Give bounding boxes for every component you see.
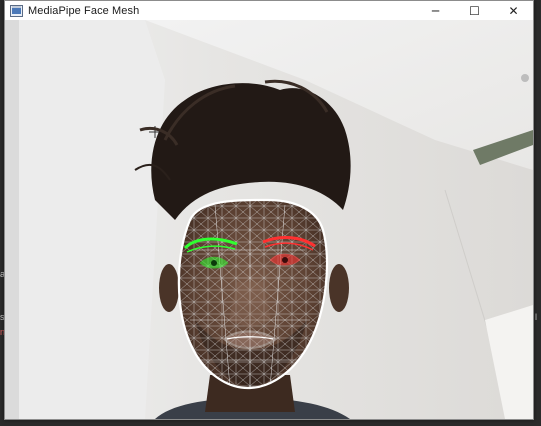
left-wall	[5, 20, 165, 419]
maximize-button[interactable]: ☐	[455, 1, 494, 20]
window-title: MediaPipe Face Mesh	[28, 4, 140, 17]
app-icon	[10, 4, 23, 17]
close-button[interactable]: ✕	[494, 1, 533, 20]
close-icon: ✕	[508, 3, 519, 18]
title-bar[interactable]: MediaPipe Face Mesh ─ ☐ ✕	[5, 1, 533, 20]
maximize-icon: ☐	[469, 3, 480, 18]
camera-view	[5, 20, 533, 419]
mediapipe-window[interactable]: MediaPipe Face Mesh ─ ☐ ✕	[4, 0, 534, 420]
camera-frame	[5, 20, 533, 419]
window-controls: ─ ☐ ✕	[416, 1, 533, 20]
minimize-icon: ─	[431, 3, 440, 18]
minimize-button[interactable]: ─	[416, 1, 455, 20]
background-text-fragment: l	[535, 312, 537, 322]
